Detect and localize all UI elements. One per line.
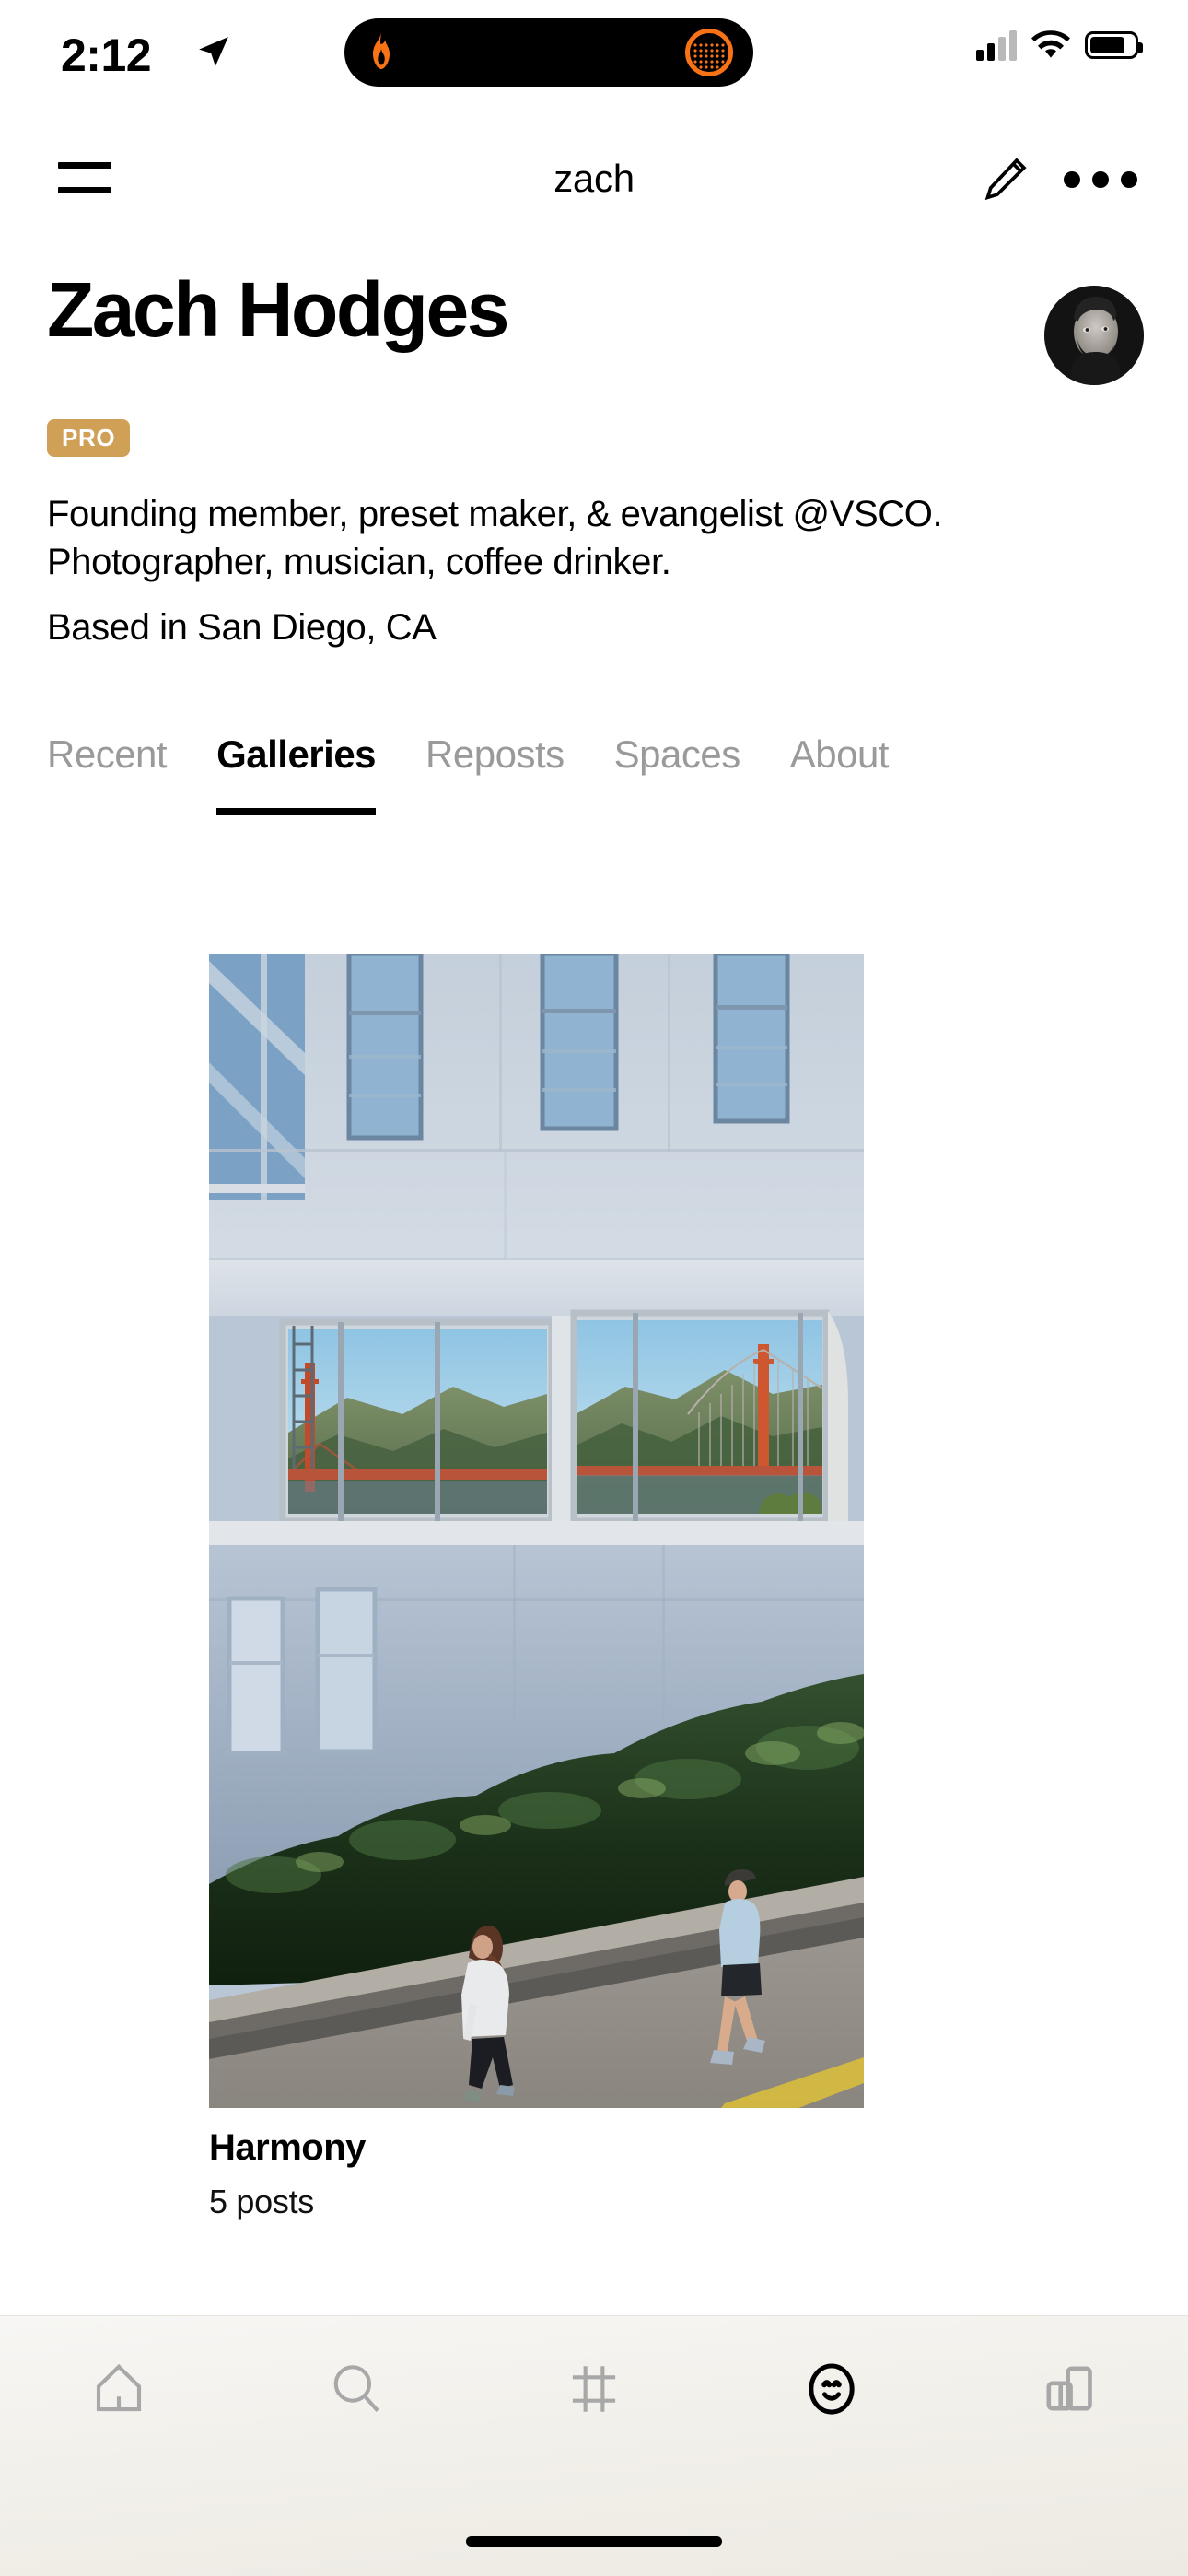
tab-reposts[interactable]: Reposts — [425, 732, 565, 782]
tab-galleries[interactable]: Galleries — [216, 732, 377, 815]
profile-tabs: Recent Galleries Reposts Spaces About — [0, 732, 1188, 843]
tabbar-item-spaces[interactable] — [950, 2340, 1188, 2441]
status-badge: PRO — [47, 419, 131, 457]
pencil-edit-icon[interactable] — [982, 155, 1030, 203]
location-arrow-icon — [196, 32, 231, 71]
bottom-tab-bar — [0, 2315, 1188, 2576]
battery-icon — [1085, 31, 1143, 59]
tabbar-item-search[interactable] — [238, 2340, 475, 2441]
spaces-icon — [1041, 2360, 1098, 2422]
status-time: 2:12 — [61, 29, 152, 81]
tab-recent-label: Recent — [47, 732, 168, 776]
tabbar-item-home[interactable] — [0, 2340, 238, 2441]
studio-icon — [564, 2359, 624, 2424]
tab-about[interactable]: About — [789, 732, 890, 782]
search-icon — [326, 2359, 387, 2424]
tabbar-item-profile[interactable] — [713, 2340, 950, 2441]
status-bar: 2:12 — [0, 0, 1188, 129]
nav-bar: zach — [0, 136, 1188, 219]
tab-strip: Recent Galleries Reposts Spaces About — [47, 732, 938, 815]
avatar-portrait — [1044, 286, 1144, 385]
more-options-icon[interactable] — [1064, 171, 1137, 188]
gallery-photo-artwork — [209, 954, 864, 2108]
profile-icon — [799, 2357, 864, 2426]
tab-spaces-label: Spaces — [613, 732, 741, 776]
activity-ring-icon — [685, 29, 733, 76]
gallery-post-count: 5 posts — [209, 2183, 314, 2220]
tabbar-item-studio[interactable] — [475, 2340, 713, 2441]
home-indicator[interactable] — [466, 2536, 722, 2547]
gallery-card[interactable] — [209, 954, 864, 2108]
page-title: Zach Hodges — [47, 266, 509, 353]
profile-location: Based in San Diego, CA — [47, 607, 437, 648]
status-indicators — [976, 29, 1143, 61]
tab-spaces[interactable]: Spaces — [613, 732, 741, 782]
home-icon — [88, 2359, 149, 2424]
gallery-cover-photo[interactable] — [209, 954, 864, 2108]
profile-bio: Founding member, preset maker, & evangel… — [47, 494, 943, 582]
gallery-title: Harmony — [209, 2127, 366, 2168]
tab-recent[interactable]: Recent — [47, 732, 168, 782]
avatar[interactable] — [1044, 286, 1144, 385]
cellular-signal-icon — [976, 29, 1017, 61]
wifi-icon — [1031, 30, 1070, 60]
tab-galleries-label: Galleries — [216, 732, 377, 776]
dynamic-island[interactable] — [344, 18, 753, 87]
tab-reposts-label: Reposts — [425, 732, 565, 776]
flame-icon — [365, 30, 398, 75]
tab-about-label: About — [789, 732, 890, 776]
tab-underline — [216, 808, 377, 815]
